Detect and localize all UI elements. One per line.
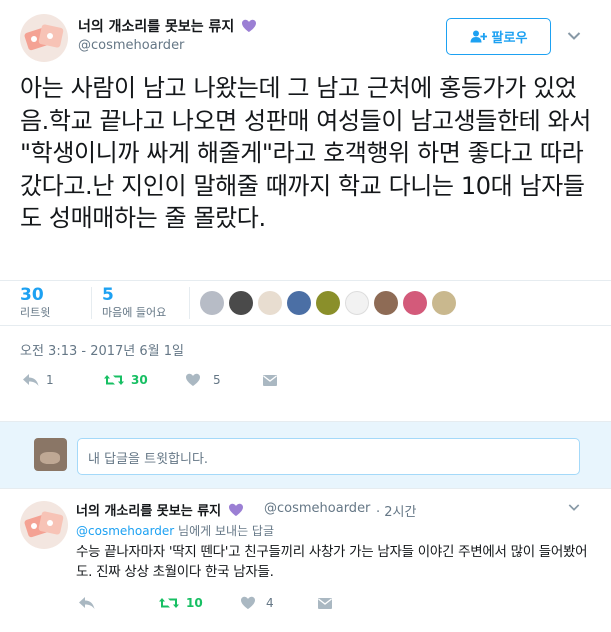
display-name[interactable]: 너의 개소리를 못보는 류지	[78, 16, 257, 36]
chevron-down-icon[interactable]	[568, 503, 580, 512]
retweet-action[interactable]: 30	[103, 373, 148, 387]
like-count: 4	[266, 596, 274, 610]
reply-icon	[79, 597, 95, 609]
my-avatar	[34, 438, 67, 471]
reply-actions: 10 4	[0, 593, 611, 617]
replying-to: @cosmehoarder 님에게 보내는 답글	[76, 522, 274, 539]
retweet-icon	[104, 375, 124, 385]
liker-avatar[interactable]	[229, 291, 253, 315]
reply-count: 1	[46, 373, 54, 387]
purple-heart-icon	[242, 19, 257, 32]
avatar[interactable]	[20, 501, 68, 549]
display-name-text: 너의 개소리를 못보는 류지	[76, 504, 222, 519]
tweet-text: 아는 사람이 남고 나왔는데 그 남고 근처에 홍등가가 있었음.학교 끝나고 …	[20, 74, 591, 232]
replying-to-handle[interactable]: @cosmehoarder	[76, 524, 174, 538]
like-count: 5	[213, 373, 221, 387]
retweets-label: 리트윗	[20, 306, 51, 319]
envelope-icon	[318, 598, 332, 609]
liker-avatar[interactable]	[374, 291, 398, 315]
reply-composer: 내 답글을 트윗합니다.	[0, 421, 611, 489]
reply-user-handle[interactable]: @cosmehoarder	[264, 501, 370, 516]
liker-avatar[interactable]	[287, 291, 311, 315]
liker-avatar[interactable]	[345, 291, 369, 315]
retweets-stat[interactable]: 30 리트윗	[20, 285, 50, 321]
likes-count: 5	[102, 285, 114, 305]
avatar[interactable]	[20, 14, 68, 62]
heart-icon	[241, 596, 255, 609]
reply-input[interactable]: 내 답글을 트윗합니다.	[77, 438, 580, 475]
reply-icon	[23, 374, 39, 386]
liker-avatar[interactable]	[316, 291, 340, 315]
reply-tweet[interactable]: 너의 개소리를 못보는 류지 @cosmehoarder · 2시간 @cosm…	[0, 489, 611, 632]
envelope-icon	[263, 375, 277, 386]
retweet-count: 10	[186, 596, 203, 610]
follow-label: 팔로우	[491, 31, 528, 46]
reply-time[interactable]: · 2시간	[376, 501, 416, 520]
like-action[interactable]: 5	[185, 373, 221, 387]
follow-button[interactable]: 팔로우	[446, 18, 551, 55]
like-action[interactable]: 4	[240, 596, 274, 610]
retweets-count: 30	[20, 285, 44, 305]
reply-action[interactable]: 1	[22, 373, 54, 387]
stat-divider	[189, 287, 190, 319]
reply-action[interactable]	[78, 596, 96, 610]
likes-label: 마음에 들어요	[102, 306, 167, 319]
tweet-timestamp[interactable]: 오전 3:13 - 2017년 6월 1일	[20, 340, 184, 359]
main-tweet: 너의 개소리를 못보는 류지 @cosmehoarder 팔로우 아는 사람이 …	[0, 0, 611, 420]
liker-avatar[interactable]	[432, 291, 456, 315]
retweet-action[interactable]: 10	[158, 596, 203, 610]
display-name-text: 너의 개소리를 못보는 류지	[78, 19, 235, 35]
tweet-actions: 1 30 5	[0, 370, 611, 394]
add-user-icon	[470, 30, 487, 43]
stat-divider	[91, 287, 92, 319]
reply-display-name[interactable]: 너의 개소리를 못보는 류지	[76, 500, 244, 519]
likes-stat[interactable]: 5 마음에 들어요	[102, 285, 166, 321]
user-handle[interactable]: @cosmehoarder	[78, 38, 184, 53]
retweet-icon	[159, 598, 179, 608]
chevron-down-icon[interactable]	[567, 31, 581, 41]
direct-message-action[interactable]	[262, 373, 278, 387]
heart-icon	[186, 373, 200, 386]
retweet-count: 30	[131, 373, 148, 387]
reply-text: 수능 끝나자마자 '딱지 뗀다'고 친구들끼리 사창가 가는 남자들 이야긴 주…	[76, 544, 588, 580]
liker-avatar[interactable]	[258, 291, 282, 315]
direct-message-action[interactable]	[317, 596, 333, 610]
replying-to-suffix: 님에게 보내는 답글	[174, 524, 274, 538]
tweet-stats: 30 리트윗 5 마음에 들어요	[0, 280, 611, 326]
liker-avatar[interactable]	[403, 291, 427, 315]
liker-avatar[interactable]	[200, 291, 224, 315]
purple-heart-icon	[228, 503, 243, 516]
